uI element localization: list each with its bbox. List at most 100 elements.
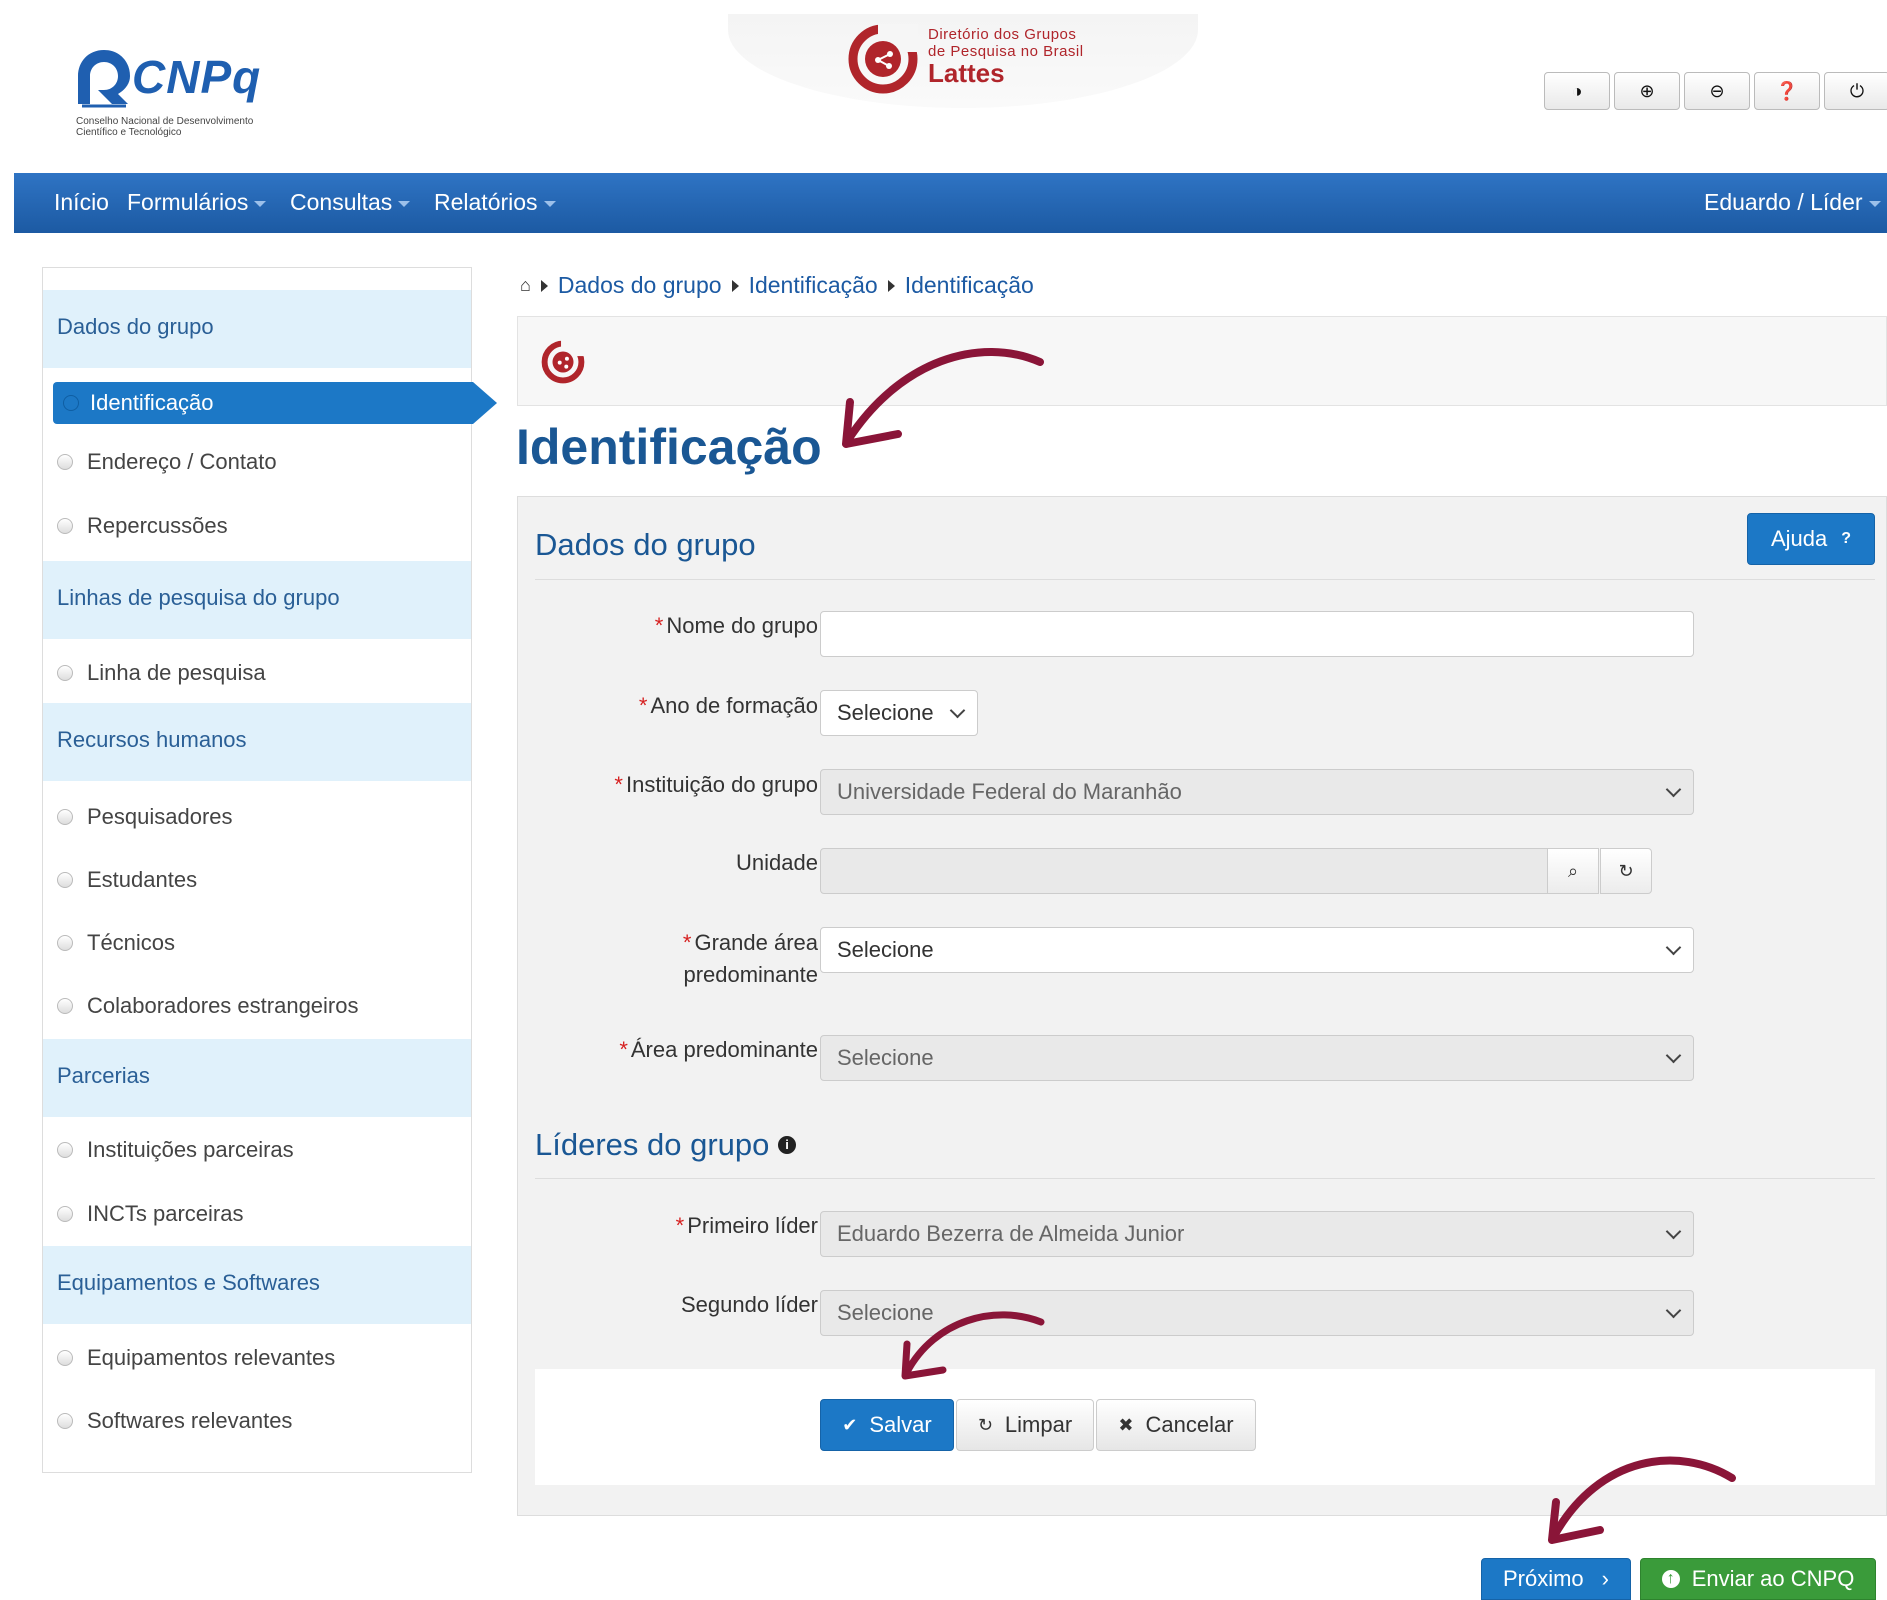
send-to-cnpq-button[interactable]: ↑ Enviar ao CNPQ (1640, 1558, 1876, 1600)
sidebar-item-instituicoes-parceiras[interactable]: Instituições parceiras (57, 1137, 294, 1163)
arrow-up-circle-icon: ↑ (1661, 1570, 1680, 1588)
field-value: Eduardo Bezerra de Almeida Junior (837, 1221, 1185, 1246)
nav-consultas-label: Consultas (290, 189, 393, 215)
annotation-arrow-title (842, 347, 1044, 448)
help-button[interactable]: Ajuda? (1747, 513, 1875, 565)
zoom-out-button[interactable]: ⊖ (1684, 72, 1750, 110)
home-icon[interactable]: ⌂ (520, 275, 531, 296)
primeiro-lider-select[interactable]: Eduardo Bezerra de Almeida Junior (820, 1211, 1694, 1257)
required-mark: * (619, 1037, 628, 1062)
grande-area-select[interactable]: Selecione (820, 927, 1694, 973)
radio-icon (57, 1206, 73, 1222)
sidebar-item-colaboradores[interactable]: Colaboradores estrangeiros (57, 993, 359, 1019)
lattes-title-line1: Diretório dos Grupos (928, 26, 1077, 43)
nome-do-grupo-input[interactable] (820, 611, 1694, 657)
sidebar-section-recursos-humanos[interactable]: Recursos humanos (43, 703, 471, 781)
search-icon: ⌕ (1567, 860, 1579, 881)
sidebar-section-equipamentos[interactable]: Equipamentos e Softwares (43, 1246, 471, 1324)
nav-consultas[interactable]: Consultas (290, 189, 411, 216)
sidebar-section-parcerias[interactable]: Parcerias (43, 1039, 471, 1117)
cnpq-subtitle: Conselho Nacional de Desenvolvimento Cie… (76, 116, 254, 138)
chevron-down-icon (1665, 1223, 1682, 1240)
instituicao-select[interactable]: Universidade Federal do Maranhão (820, 769, 1694, 815)
search-button[interactable]: ⌕ (1547, 848, 1599, 894)
zoom-in-button[interactable]: ⊕ (1614, 72, 1680, 110)
chevron-right-icon: › (1601, 1566, 1609, 1591)
radio-icon (57, 998, 73, 1014)
sidebar-item-repercussoes[interactable]: Repercussões (57, 513, 228, 539)
breadcrumb-item[interactable]: Identificação (749, 272, 878, 299)
radio-icon (63, 395, 79, 411)
sidebar-item-incts-parceiras[interactable]: INCTs parceiras (57, 1201, 243, 1227)
unidade-label: Unidade (736, 847, 818, 879)
sidebar-item-equipamentos[interactable]: Equipamentos relevantes (57, 1345, 335, 1371)
info-icon[interactable]: i (778, 1136, 797, 1154)
next-button[interactable]: Próximo › (1481, 1558, 1631, 1600)
nav-inicio[interactable]: Início (54, 189, 109, 216)
radio-icon (57, 1413, 73, 1429)
refresh-icon: ↻ (1618, 860, 1634, 881)
unidade-input[interactable] (820, 848, 1548, 894)
chevron-right-icon (887, 279, 895, 292)
sidebar-item-label: Estudantes (87, 867, 198, 892)
sidebar-item-identificacao[interactable]: Identificação (53, 382, 497, 424)
lattes-banner[interactable]: Diretório dos Grupos de Pesquisa no Bras… (728, 14, 1198, 108)
area-predominante-select[interactable]: Selecione (820, 1035, 1694, 1081)
clear-button[interactable]: ↻ Limpar (956, 1399, 1094, 1451)
nav-formularios[interactable]: Formulários (127, 189, 267, 216)
question-icon: ? (1841, 530, 1852, 547)
help-button-label: Ajuda (1770, 526, 1828, 551)
reset-button[interactable]: ↻ (1600, 848, 1652, 894)
label-text: Nome do grupo (666, 613, 818, 638)
sidebar-section-title: Recursos humanos (57, 727, 247, 752)
radio-icon (57, 809, 73, 825)
sidebar-section-title: Linhas de pesquisa do grupo (57, 585, 340, 610)
sidebar-item-tecnicos[interactable]: Técnicos (57, 930, 175, 956)
radio-icon (57, 454, 73, 470)
logout-button[interactable]: ⏻ (1824, 72, 1887, 110)
label-text: Área predominante (630, 1037, 818, 1062)
power-icon: ⏻ (1849, 80, 1865, 101)
sidebar-item-linha-de-pesquisa[interactable]: Linha de pesquisa (57, 660, 266, 686)
radio-icon (57, 1142, 73, 1158)
contrast-button[interactable]: ◑ (1544, 72, 1610, 110)
field-value: Selecione (837, 700, 934, 725)
user-menu-label: Eduardo / Líder (1704, 189, 1863, 215)
help-button[interactable]: ❓ (1754, 72, 1820, 110)
sidebar-section-linhas[interactable]: Linhas de pesquisa do grupo (43, 561, 471, 639)
form-panel: Dados do grupo Ajuda? * Nome do grupo * An… (517, 496, 1887, 1516)
sidebar-item-endereco[interactable]: Endereço / Contato (57, 449, 277, 475)
sidebar-item-estudantes[interactable]: Estudantes (57, 867, 197, 893)
primeiro-lider-label: * Primeiro líder (676, 1210, 818, 1242)
chevron-down-icon (543, 200, 556, 207)
chevron-down-icon (398, 200, 411, 207)
accessibility-toolbar: ◑ ⊕ ⊖ ❓ ⏻ (1544, 72, 1887, 110)
cancel-button[interactable]: ✖ Cancelar (1096, 1399, 1256, 1451)
annotation-arrow-save (901, 1311, 1045, 1380)
refresh-icon: ↻ (977, 1414, 993, 1435)
breadcrumb-item[interactable]: Dados do grupo (558, 272, 722, 299)
sidebar-item-pesquisadores[interactable]: Pesquisadores (57, 804, 233, 830)
sidebar-section-dados-do-grupo[interactable]: Dados do grupo (43, 290, 471, 368)
nav-relatorios[interactable]: Relatórios (434, 189, 556, 216)
page-title: Identificação (516, 419, 822, 475)
chevron-right-icon (731, 279, 739, 292)
cancel-button-label: Cancelar (1145, 1412, 1234, 1437)
ano-de-formacao-select[interactable]: Selecione (820, 690, 978, 736)
user-menu[interactable]: Eduardo / Líder (1704, 189, 1881, 216)
sidebar-item-label: Linha de pesquisa (87, 660, 266, 685)
required-mark: * (614, 772, 623, 797)
radio-icon (57, 872, 73, 888)
chevron-down-icon (949, 702, 966, 719)
sidebar-item-label: Softwares relevantes (87, 1408, 293, 1433)
chevron-right-icon (540, 279, 548, 292)
chevron-down-icon (254, 200, 267, 207)
breadcrumb-item[interactable]: Identificação (905, 272, 1034, 299)
save-button[interactable]: ✔ Salvar (820, 1399, 954, 1451)
lattes-logo-icon (848, 24, 918, 94)
sidebar-item-label: Identificação (90, 390, 214, 415)
ano-de-formacao-label: * Ano de formação (639, 690, 818, 722)
sidebar-item-softwares[interactable]: Softwares relevantes (57, 1408, 292, 1434)
cnpq-logo[interactable]: CNPq Conselho Nacional de Desenvolviment… (74, 46, 274, 142)
sidebar: Dados do grupo Identificação Endereço / … (42, 267, 497, 1473)
